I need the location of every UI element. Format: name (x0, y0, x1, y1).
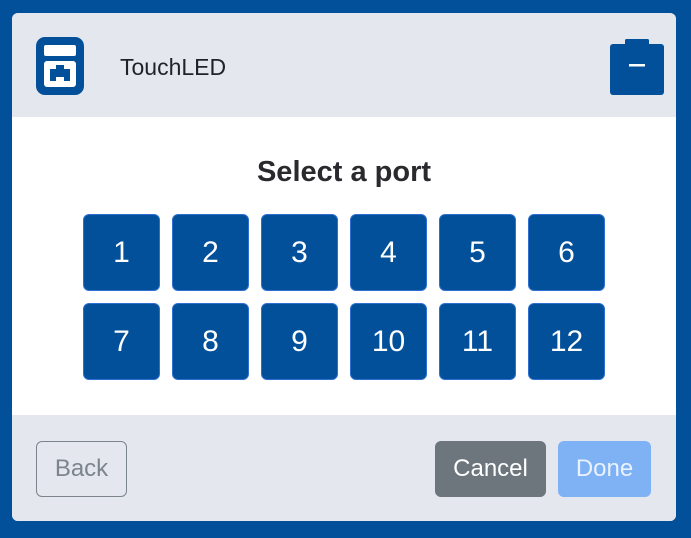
back-button[interactable]: Back (36, 441, 127, 497)
done-button[interactable]: Done (558, 441, 651, 497)
touchled-device-icon (36, 37, 84, 95)
port-button-5[interactable]: 5 (439, 214, 516, 291)
port-button-9[interactable]: 9 (261, 303, 338, 380)
dialog-body: Select a port 1 2 3 4 5 6 7 8 9 10 11 12 (12, 117, 676, 415)
port-button-6[interactable]: 6 (528, 214, 605, 291)
port-grid: 1 2 3 4 5 6 7 8 9 10 11 12 (83, 214, 605, 380)
port-button-7[interactable]: 7 (83, 303, 160, 380)
select-port-heading: Select a port (256, 156, 432, 188)
port-button-12[interactable]: 12 (528, 303, 605, 380)
port-button-8[interactable]: 8 (172, 303, 249, 380)
port-select-dialog: TouchLED Select a port 1 2 3 4 5 6 7 8 9… (12, 13, 676, 521)
port-button-11[interactable]: 11 (439, 303, 516, 380)
port-button-10[interactable]: 10 (350, 303, 427, 380)
port-button-1[interactable]: 1 (83, 214, 160, 291)
port-button-2[interactable]: 2 (172, 214, 249, 291)
dialog-footer: Back Cancel Done (12, 415, 676, 521)
device-title: TouchLED (120, 54, 227, 80)
port-button-4[interactable]: 4 (350, 214, 427, 291)
dialog-header: TouchLED (12, 13, 676, 117)
port-button-3[interactable]: 3 (261, 214, 338, 291)
cancel-button[interactable]: Cancel (435, 441, 546, 497)
battery-icon (610, 39, 664, 95)
